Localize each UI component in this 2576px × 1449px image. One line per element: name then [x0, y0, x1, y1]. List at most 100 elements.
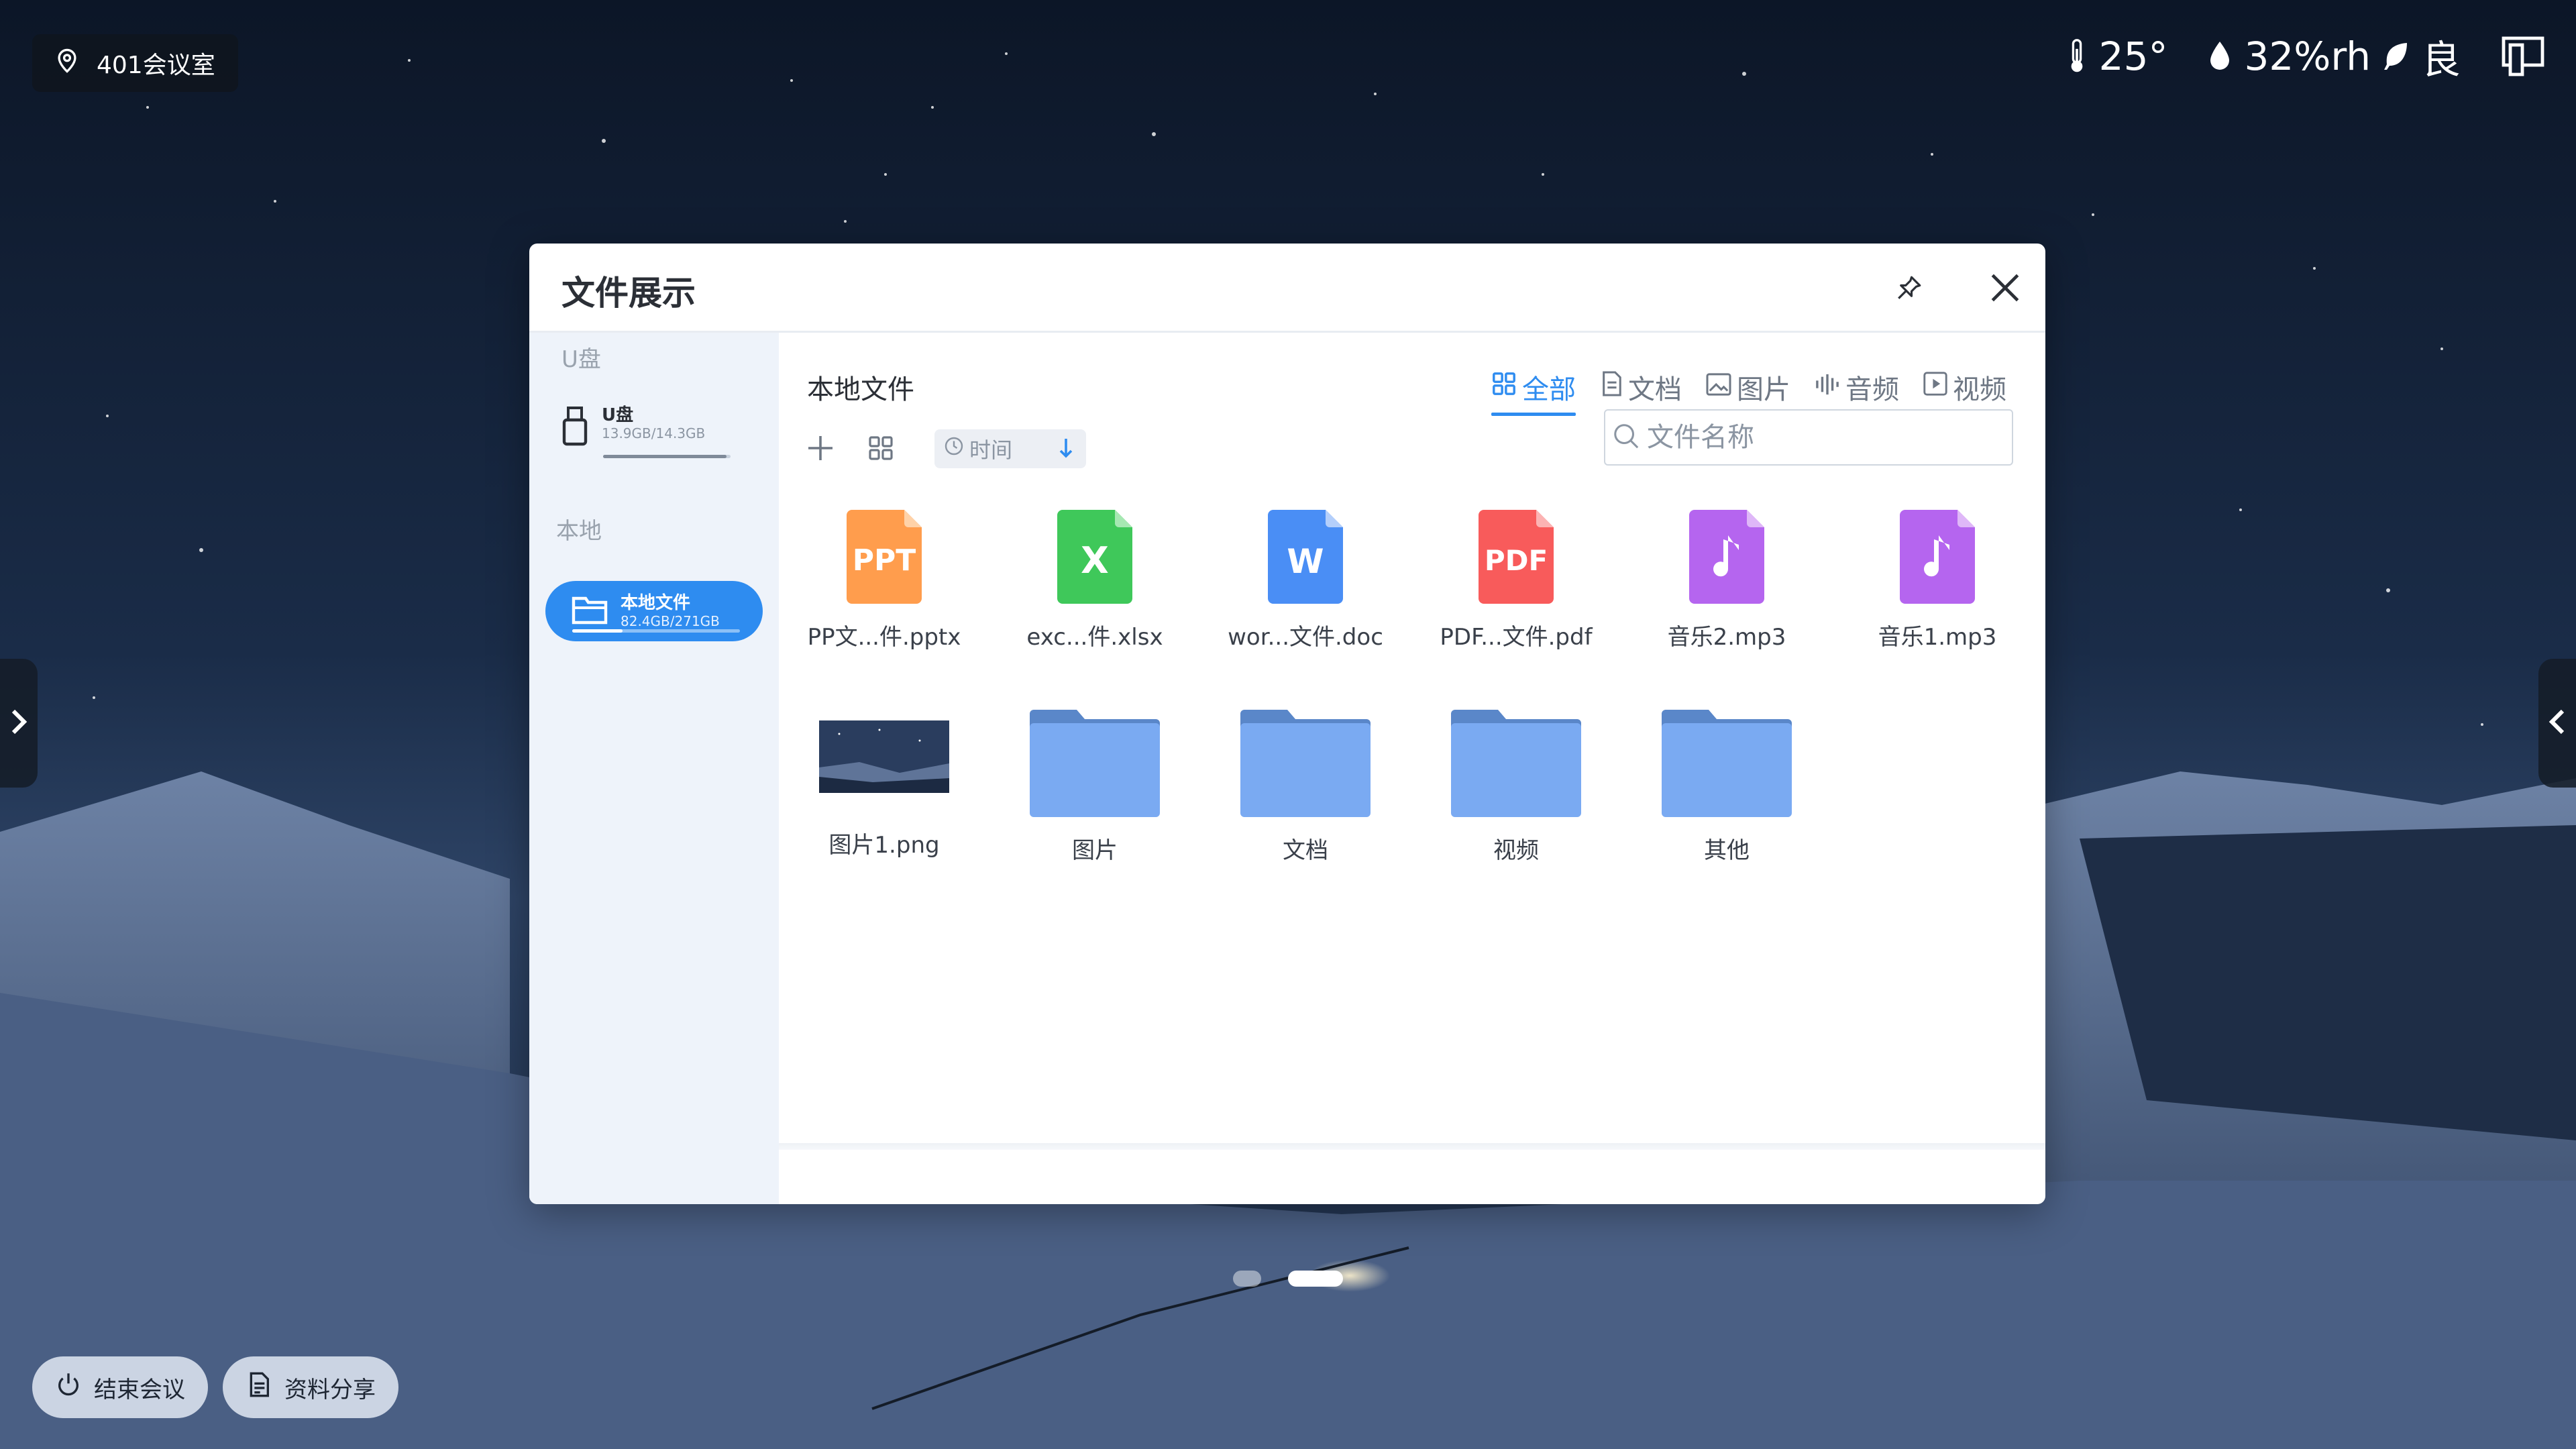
usb-drive-item[interactable]: U盘 13.9GB/14.3GB [560, 405, 761, 462]
sort-by-time-button[interactable]: 时间 [934, 429, 1086, 468]
file-name: wor...文件.doc [1228, 624, 1383, 651]
humidity-drop-icon [2208, 40, 2232, 72]
usb-drive-name: U盘 [602, 405, 634, 425]
music-file-icon [1900, 510, 1975, 604]
search-icon [1612, 422, 1640, 453]
folder-name: 视频 [1493, 837, 1539, 864]
tab-documents-label: 文档 [1628, 374, 1682, 405]
tab-all[interactable]: 全部 [1491, 368, 1576, 416]
plus-icon [806, 436, 835, 466]
local-files-name: 本地文件 [621, 593, 691, 613]
grid-icon [1491, 371, 1517, 403]
left-drawer-handle[interactable] [0, 659, 38, 788]
room-name: 401会议室 [97, 52, 215, 79]
power-icon [55, 1371, 82, 1404]
folder-title: 本地文件 [807, 374, 914, 405]
local-files-item[interactable]: 本地文件 82.4GB/271GB [545, 581, 763, 641]
folder-name: 文档 [1283, 837, 1328, 864]
image-thumbnail [819, 720, 949, 793]
document-icon [246, 1371, 272, 1404]
file-item-xlsx[interactable]: X exc...件.xlsx [989, 510, 1200, 651]
local-section-label: 本地 [556, 518, 602, 545]
pdf-file-icon: PDF [1479, 510, 1554, 604]
pin-button[interactable] [1895, 274, 1923, 302]
thermometer-icon [2067, 39, 2087, 74]
svg-text:PPT: PPT [853, 543, 916, 578]
room-location-chip: 401会议室 [32, 34, 238, 92]
leaf-icon [2383, 42, 2410, 71]
local-files-usage-fill [572, 629, 623, 633]
folder-icon [1451, 710, 1581, 817]
close-icon [1986, 274, 2024, 309]
share-materials-button[interactable]: 资料分享 [223, 1356, 398, 1418]
air-quality-value: 良 [2421, 37, 2461, 83]
file-search-box[interactable] [1604, 409, 2013, 466]
folder-item-other[interactable]: 其他 [1621, 707, 1832, 865]
arrow-down-icon [1058, 436, 1074, 466]
file-search-input[interactable] [1646, 421, 1997, 453]
folder-item-images[interactable]: 图片 [989, 707, 1200, 865]
file-type-tabs: 全部 文档 图片 音频 视频 [1491, 368, 2006, 416]
sort-label: 时间 [969, 437, 1013, 463]
folder-item-documents[interactable]: 文档 [1200, 707, 1411, 865]
file-item-png[interactable]: 图片1.png [779, 718, 989, 859]
file-name: PP文...件.pptx [807, 624, 961, 651]
file-name: PDF...文件.pdf [1440, 624, 1593, 651]
file-name: 图片1.png [828, 832, 940, 859]
screen-cast-icon[interactable] [2501, 36, 2545, 77]
excel-file-icon: X [1057, 510, 1132, 604]
storage-sidebar: U盘 U盘 13.9GB/14.3GB 本地 本地文件 82.4GB/271GB [529, 333, 779, 1204]
file-display-dialog: 文件展示 U盘 U盘 13.9GB/14.3GB 本地 本地文件 82.4GB/… [529, 244, 2045, 1204]
folder-name: 图片 [1072, 837, 1118, 864]
grid-view-icon [867, 436, 894, 464]
ppt-file-icon: PPT [847, 510, 922, 604]
usb-drive-usage-fill [603, 455, 727, 458]
pin-icon [1895, 276, 1923, 305]
tab-all-label: 全部 [1522, 374, 1576, 405]
temperature-value: 25° [2098, 34, 2168, 79]
tab-images[interactable]: 图片 [1706, 368, 1790, 412]
file-item-pdf[interactable]: PDF PDF...文件.pdf [1411, 510, 1621, 651]
svg-text:X: X [1081, 539, 1109, 582]
grid-view-button[interactable] [867, 435, 894, 462]
dialog-header: 文件展示 [529, 244, 2045, 333]
page-dot-2-active[interactable] [1288, 1271, 1343, 1287]
usb-drive-icon [560, 405, 590, 449]
tab-video[interactable]: 视频 [1923, 368, 2006, 412]
tab-documents[interactable]: 文档 [1600, 368, 1682, 412]
usb-drive-size: 13.9GB/14.3GB [602, 425, 706, 441]
page-dot-1[interactable] [1233, 1271, 1261, 1287]
file-name: 音乐2.mp3 [1667, 624, 1786, 651]
svg-text:PDF: PDF [1485, 544, 1548, 577]
folder-icon [571, 594, 608, 628]
add-file-button[interactable] [806, 433, 835, 463]
dialog-title: 文件展示 [561, 274, 696, 313]
folder-item-video[interactable]: 视频 [1411, 707, 1621, 865]
file-name: exc...件.xlsx [1026, 624, 1163, 651]
file-item-pptx[interactable]: PPT PP文...件.pptx [779, 510, 989, 651]
word-file-icon: W [1268, 510, 1343, 604]
humidity-value: 32%rh [2244, 34, 2371, 79]
close-button[interactable] [1986, 269, 2024, 307]
end-meeting-button[interactable]: 结束会议 [32, 1356, 208, 1418]
tab-audio[interactable]: 音频 [1815, 368, 1899, 412]
end-meeting-label: 结束会议 [94, 1376, 185, 1403]
tab-video-label: 视频 [1953, 374, 2006, 405]
image-icon [1706, 372, 1731, 402]
video-icon [1923, 372, 1947, 402]
local-files-size: 82.4GB/271GB [621, 613, 720, 629]
music-file-icon [1689, 510, 1764, 604]
chevron-left-icon [2548, 707, 2567, 739]
chevron-right-icon [9, 707, 28, 739]
document-icon [1600, 371, 1623, 403]
file-item-mp3-1[interactable]: 音乐1.mp3 [1832, 510, 2043, 651]
tab-images-label: 图片 [1737, 374, 1790, 405]
file-item-mp3-2[interactable]: 音乐2.mp3 [1621, 510, 1832, 651]
right-drawer-handle[interactable] [2538, 659, 2576, 788]
footer-divider [779, 1143, 2045, 1150]
usb-section-label: U盘 [561, 346, 601, 373]
share-materials-label: 资料分享 [284, 1376, 376, 1403]
clock-icon [944, 436, 964, 462]
file-item-doc[interactable]: W wor...文件.doc [1200, 510, 1411, 651]
usb-drive-usage-bar [603, 455, 731, 458]
